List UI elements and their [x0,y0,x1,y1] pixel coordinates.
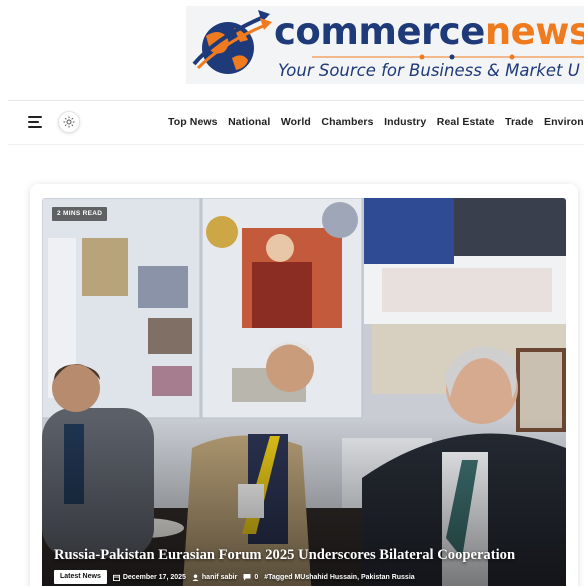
read-time-badge: 2 MINS READ [52,207,108,221]
meta-date-text: December 17, 2025 [122,573,186,581]
nav-item-world[interactable]: World [281,113,311,131]
category-badge[interactable]: Latest News [54,570,107,584]
nav-item-trade[interactable]: Trade [505,113,534,131]
meta-author[interactable]: hanif sabir [192,574,237,581]
featured-photo-illustration [42,198,566,586]
main-nav: Top News National World Chambers Industr… [168,113,584,131]
user-icon [192,573,199,581]
meta-comment-count: 0 [254,573,259,581]
meta-comments[interactable]: 0 [243,573,258,581]
site-logo[interactable]: commercenews Your Source for Business & … [186,6,584,84]
nav-divider-top [8,100,584,101]
logo-tagline: Your Source for Business & Market U [278,61,580,80]
logo-wordmark: commercenews [274,10,584,53]
logo-dot-line [312,54,584,60]
meta-tags-label: Tagged [268,573,293,581]
nav-divider-bottom [8,144,584,145]
meta-date: December 17, 2025 [112,573,186,581]
nav-item-real-estate[interactable]: Real Estate [437,113,495,131]
nav-item-industry[interactable]: Industry [384,113,426,131]
nav-item-environment[interactable]: Environme [544,113,584,131]
featured-image[interactable] [42,198,566,586]
nav-item-national[interactable]: National [228,113,270,131]
meta-author-link[interactable]: hanif sabir [202,574,237,581]
calendar-icon [112,574,120,581]
meta-tags: # Tagged MUshahid Hussain, Pakistan Russi… [264,574,414,581]
featured-headline[interactable]: Russia-Pakistan Eurasian Forum 2025 Unde… [54,546,574,564]
article-meta: Latest News December 17, 2025 hanif sabi… [54,569,421,585]
globe-logo-icon [192,10,272,74]
theme-toggle-button[interactable] [58,111,80,133]
nav-item-top-news[interactable]: Top News [168,113,218,131]
meta-tags-links[interactable]: MUshahid Hussain, Pakistan Russia [294,574,414,581]
hamburger-icon[interactable] [28,114,46,130]
nav-item-chambers[interactable]: Chambers [321,113,373,131]
sun-icon [63,116,75,128]
comment-icon [243,574,251,581]
